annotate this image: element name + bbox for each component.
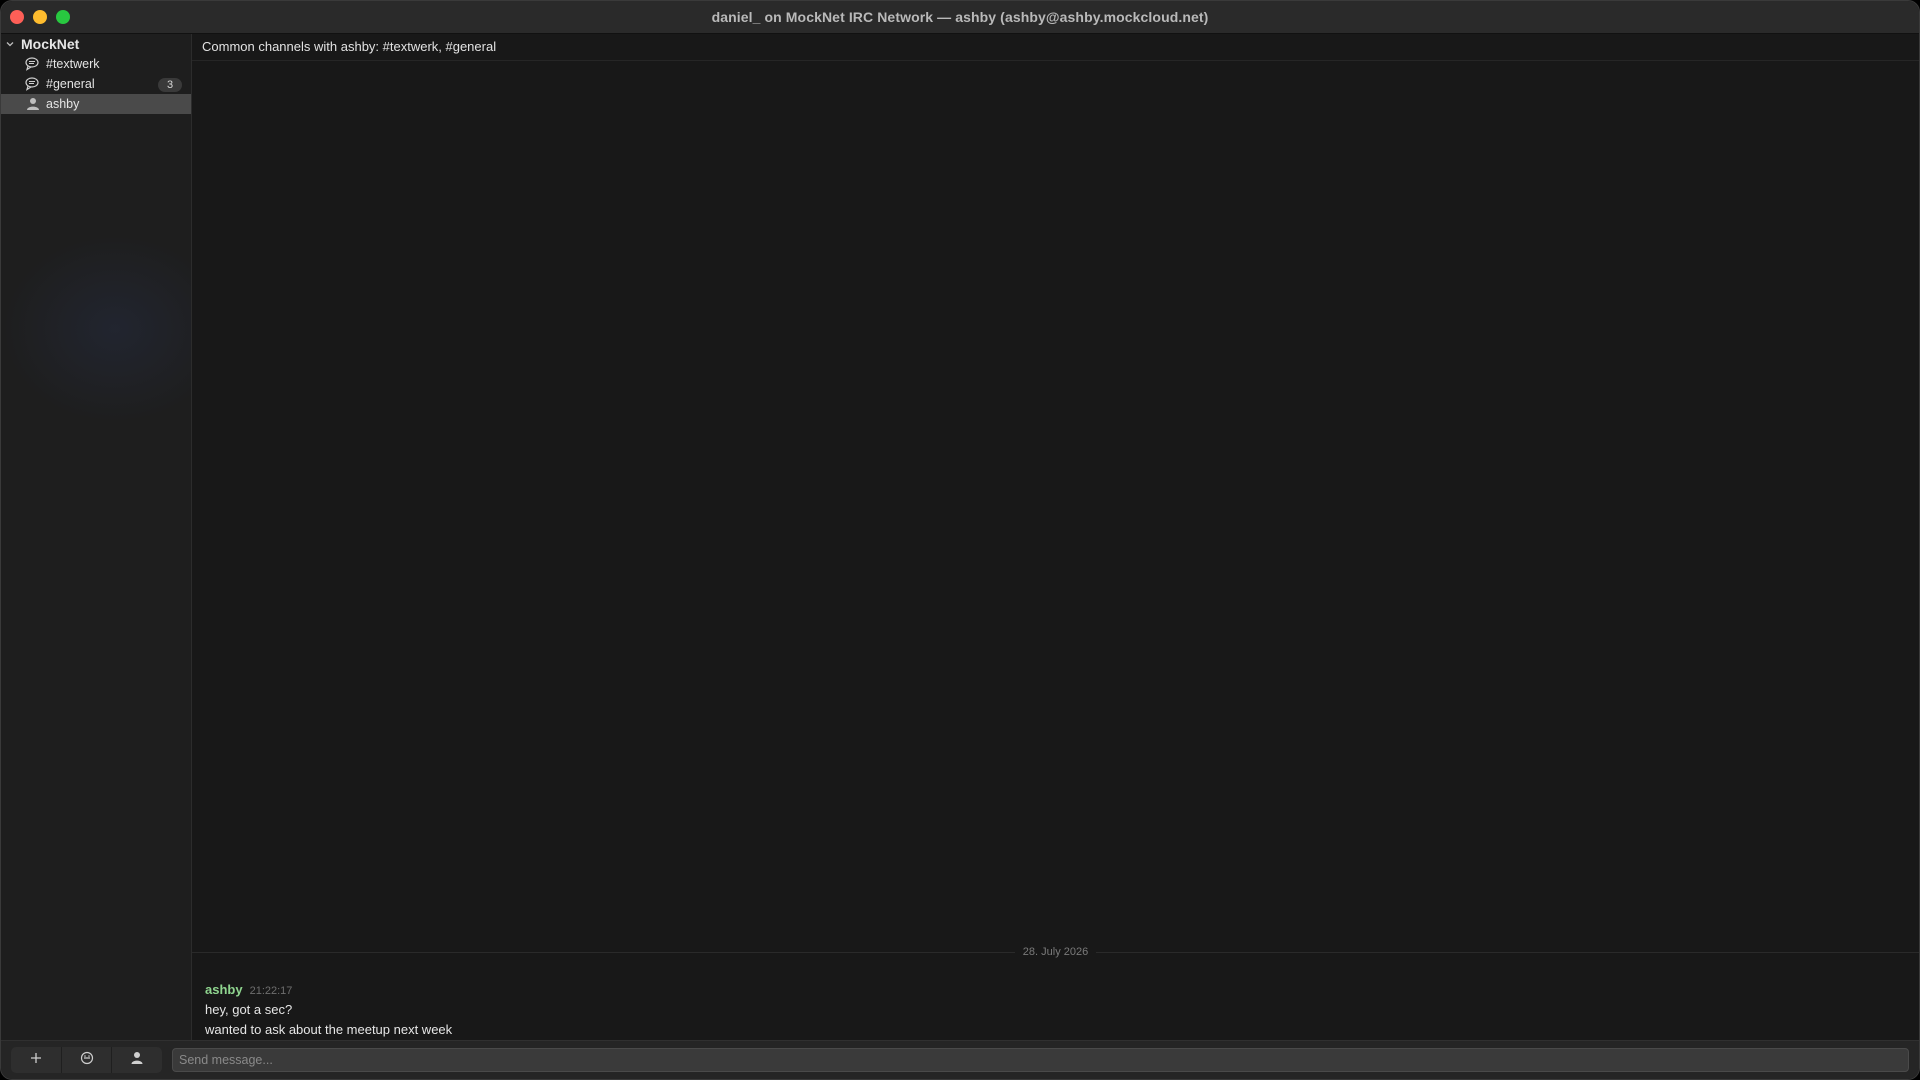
divider — [1096, 951, 1919, 953]
message-timestamp: 21:22:17 — [249, 985, 293, 997]
sidebar-item-ashby[interactable]: ashby — [1, 94, 191, 114]
plus-icon — [30, 1051, 42, 1069]
user-list-button[interactable] — [112, 1047, 162, 1073]
emoji-icon — [80, 1051, 94, 1070]
sidebar-item-label: #textwerk — [46, 57, 100, 71]
chat-bubbles-icon — [25, 77, 41, 91]
person-icon — [130, 1051, 144, 1070]
date-separator: 28. July 2026 — [192, 944, 1919, 960]
title-bar[interactable]: daniel_ on MockNet IRC Network — ashby (… — [1, 1, 1919, 34]
message-input[interactable] — [172, 1048, 1909, 1072]
chat-bubbles-icon — [25, 57, 41, 71]
app-window: daniel_ on MockNet IRC Network — ashby (… — [0, 0, 1920, 1080]
sidebar-item-textwerk[interactable]: #textwerk — [1, 54, 191, 74]
message-line: hey, got a sec? — [205, 1002, 293, 1017]
window-title: daniel_ on MockNet IRC Network — ashby (… — [711, 9, 1209, 25]
divider — [192, 951, 1015, 953]
action-buttons — [11, 1047, 162, 1073]
window-controls — [10, 10, 70, 24]
date-label: 28. July 2026 — [1022, 946, 1089, 958]
chat-view[interactable]: Common channels with ashby: #textwerk, #… — [192, 34, 1919, 1041]
person-icon — [25, 97, 41, 111]
network-name: MockNet — [21, 36, 80, 52]
message-group: ashby 21:22:17 hey, got a sec? wanted to… — [205, 982, 452, 1040]
emoji-button[interactable] — [62, 1047, 113, 1073]
sidebar: MockNet #textwerk #general 3 ashby — [1, 34, 192, 1041]
message-line: wanted to ask about the meetup next week — [205, 1022, 453, 1037]
close-window-button[interactable] — [10, 10, 24, 24]
sidebar-item-label: ashby — [46, 97, 80, 111]
minimize-window-button[interactable] — [33, 10, 47, 24]
message-nick[interactable]: ashby — [205, 982, 243, 997]
topic-bar: Common channels with ashby: #textwerk, #… — [192, 34, 1919, 61]
network-header-mocknet[interactable]: MockNet — [1, 34, 191, 54]
chevron-down-icon[interactable] — [6, 40, 14, 48]
unread-count-badge: 3 — [158, 78, 182, 92]
sidebar-item-general[interactable]: #general 3 — [1, 74, 191, 94]
bottom-bar — [1, 1040, 1919, 1079]
maximize-window-button[interactable] — [56, 10, 70, 24]
sidebar-item-label: #general — [46, 77, 95, 91]
add-button[interactable] — [11, 1047, 62, 1073]
sidebar-background — [1, 234, 191, 424]
message-header: ashby 21:22:17 — [205, 982, 452, 1000]
